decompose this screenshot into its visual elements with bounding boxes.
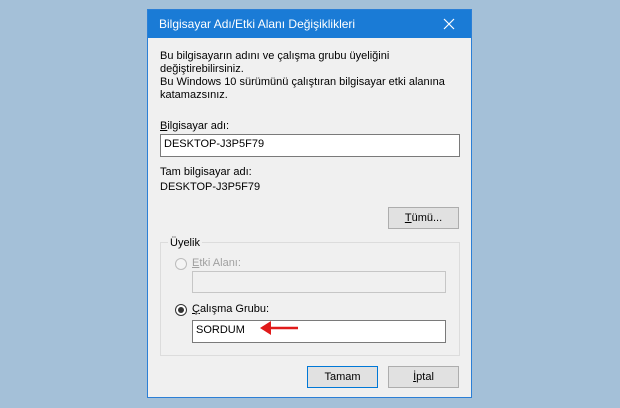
description-text: Bu bilgisayarın adını ve çalışma grubu ü… xyxy=(160,50,445,101)
workgroup-label: Çalışma Grubu: xyxy=(192,303,270,315)
computer-name-label: Bilgisayar adı: xyxy=(160,120,230,132)
cancel-button[interactable]: İptal xyxy=(388,366,459,388)
workgroup-input[interactable]: SORDUM xyxy=(192,320,446,343)
full-name-label: Tam bilgisayar adı: xyxy=(160,166,252,178)
dialog-title: Bilgisayar Adı/Etki Alanı Değişiklikleri xyxy=(159,17,356,31)
workgroup-radio[interactable] xyxy=(175,304,187,316)
title-bar[interactable]: Bilgisayar Adı/Etki Alanı Değişiklikleri xyxy=(148,10,471,38)
full-name-value: DESKTOP-J3P5F79 xyxy=(160,181,261,193)
radio-selected-dot xyxy=(178,307,184,313)
ok-button[interactable]: Tamam xyxy=(307,366,378,388)
membership-title: Üyelik xyxy=(168,237,202,249)
domain-input[interactable] xyxy=(192,271,446,293)
domain-label: Etki Alanı: xyxy=(192,257,241,269)
close-button[interactable] xyxy=(427,10,471,38)
close-icon xyxy=(443,18,455,30)
red-arrow-icon xyxy=(260,321,298,335)
computer-name-input[interactable]: DESKTOP-J3P5F79 xyxy=(160,134,460,157)
computer-name-dialog: Bilgisayar Adı/Etki Alanı Değişiklikleri… xyxy=(147,9,472,398)
domain-radio[interactable] xyxy=(175,258,187,270)
more-button[interactable]: Tümü... xyxy=(388,207,459,229)
